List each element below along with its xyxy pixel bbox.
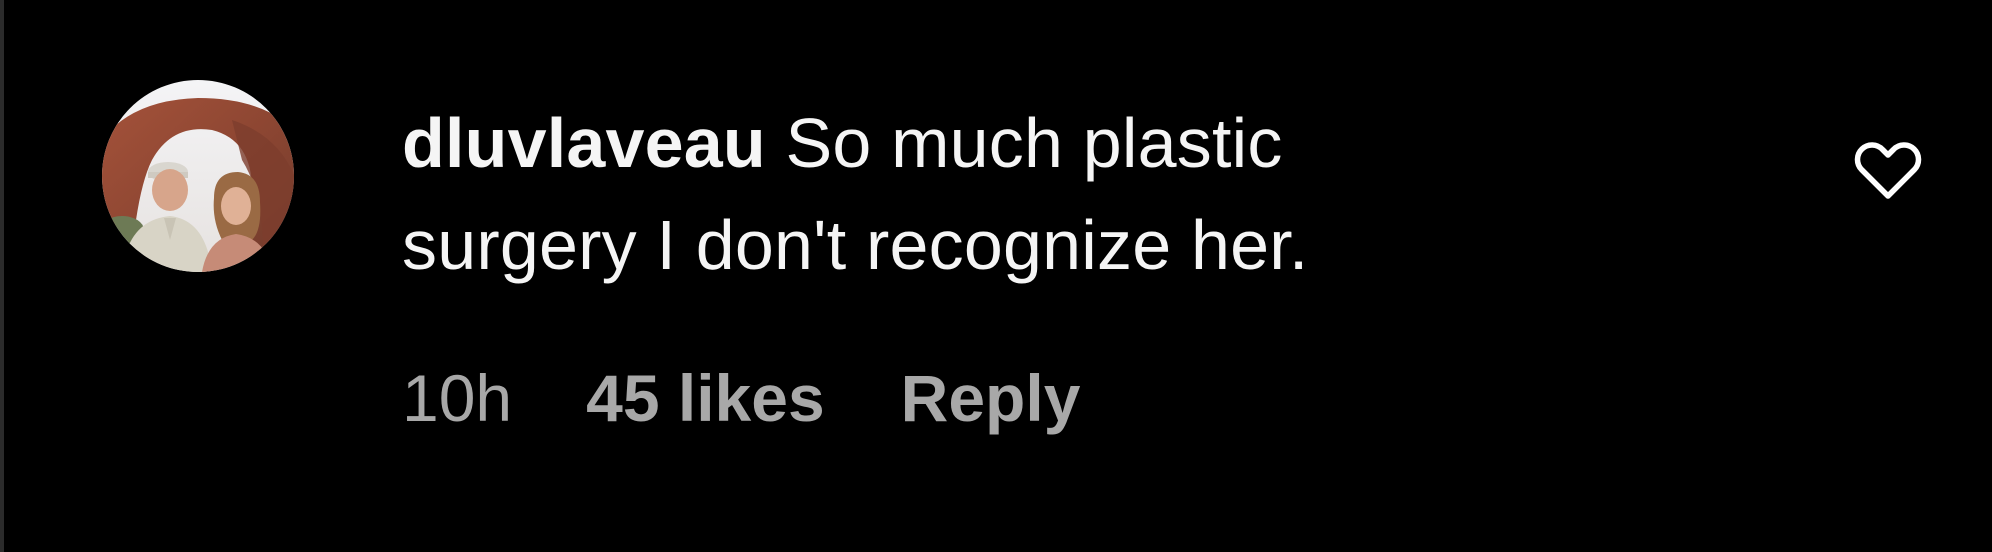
comment-timestamp: 10h [402,361,513,435]
comment-text-line2: surgery I don't recognize her. [402,206,1309,284]
heart-icon [1854,142,1922,199]
like-button[interactable] [1852,136,1924,202]
comment-item: dluvlaveau So much plastic surgery I don… [0,0,1992,552]
comment-username[interactable]: dluvlaveau [402,104,766,182]
reply-button[interactable]: Reply [901,360,1081,436]
avatar[interactable] [102,80,294,272]
comment-text: dluvlaveau So much plastic surgery I don… [402,92,1602,296]
comment-likes-count[interactable]: 45 likes [586,360,825,436]
avatar-photo [102,80,294,272]
comment-meta: 10h 45 likes Reply [402,358,1080,438]
comment-text-line1: So much plastic [785,104,1283,182]
